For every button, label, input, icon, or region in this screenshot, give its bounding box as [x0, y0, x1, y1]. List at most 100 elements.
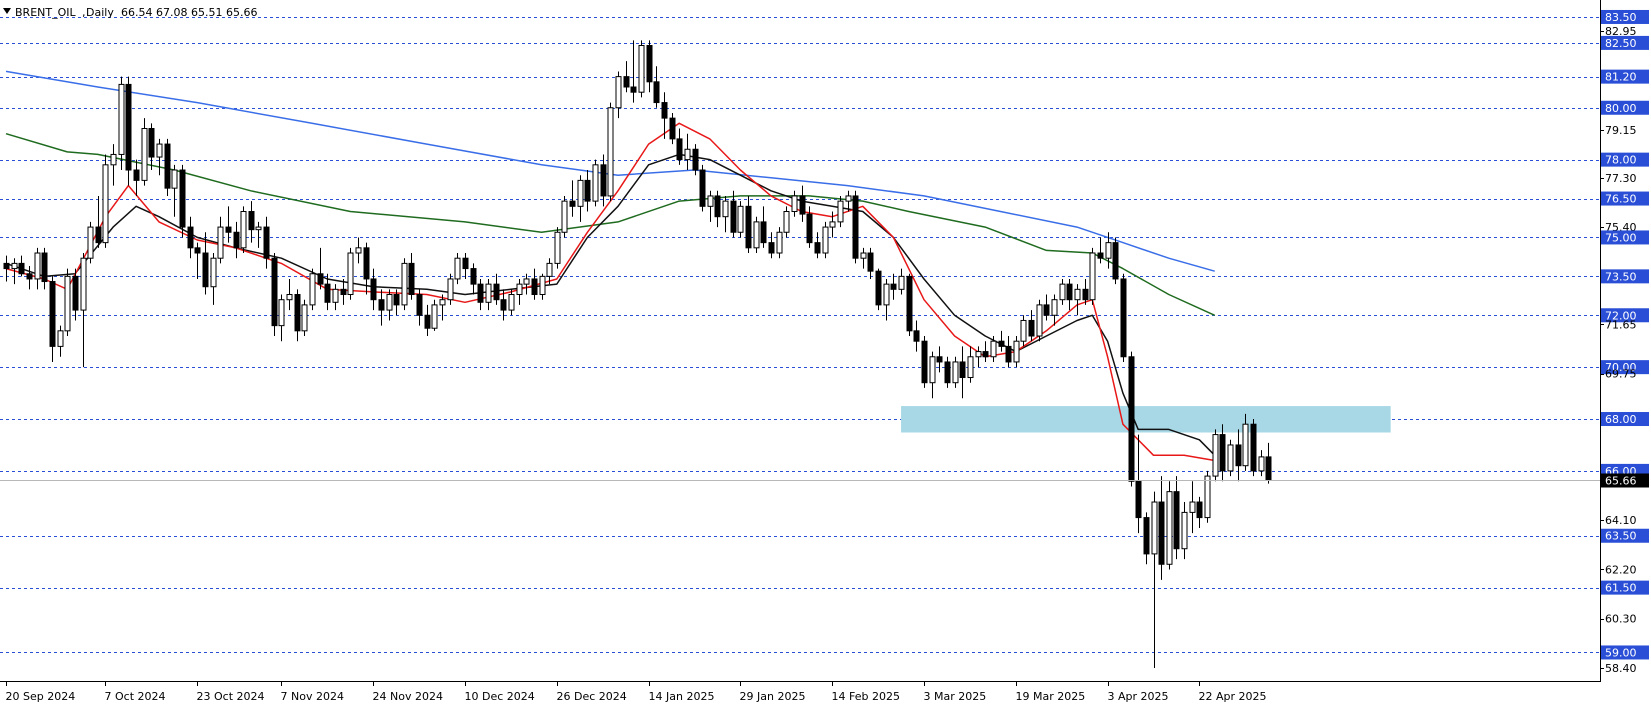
bearish-candle-body: [225, 226, 232, 233]
bearish-candle-body: [294, 294, 301, 332]
bearish-candle-body: [470, 268, 477, 285]
bearish-candle-body: [768, 242, 775, 254]
bearish-candle-body: [1005, 345, 1012, 363]
bullish-candle-body: [791, 195, 798, 213]
bullish-candle-body: [845, 195, 852, 202]
bullish-candle-body: [1059, 283, 1066, 301]
candle: [623, 61, 630, 93]
candle: [294, 289, 301, 342]
price-tick-label: 77.30: [1605, 172, 1637, 185]
candle: [822, 221, 829, 259]
candle: [791, 190, 798, 217]
candle: [516, 278, 523, 305]
bearish-candle-body: [1265, 456, 1272, 481]
candle: [982, 341, 989, 362]
bearish-candle-body: [49, 281, 56, 347]
candle: [699, 164, 706, 212]
bearish-candle-body: [600, 164, 607, 197]
bearish-candle-body: [714, 195, 721, 218]
current-price-group: 65.66: [0, 473, 1649, 488]
candle: [49, 276, 56, 362]
candle: [539, 273, 546, 300]
bearish-candle-body: [653, 81, 660, 104]
candle: [906, 273, 913, 337]
bearish-candle-body: [271, 257, 278, 327]
candle: [1089, 247, 1096, 305]
candle: [1265, 442, 1272, 484]
current-price-label: 65.66: [1605, 475, 1637, 488]
candle: [1196, 496, 1203, 528]
bullish-candle-body: [539, 275, 546, 296]
price-tick-label: 68.00: [1605, 413, 1637, 426]
candle: [577, 175, 584, 222]
bearish-candle-body: [890, 283, 897, 290]
candle: [1204, 470, 1211, 523]
bullish-candle-body: [1020, 319, 1027, 342]
candle: [753, 216, 760, 254]
bullish-candle-body: [929, 356, 936, 384]
candle: [41, 247, 48, 290]
time-tick-label: 7 Nov 2024: [281, 690, 344, 703]
candle: [959, 346, 966, 399]
candle: [1120, 273, 1127, 362]
candle: [431, 299, 438, 331]
candle: [1013, 336, 1020, 368]
candle: [1059, 278, 1066, 305]
bullish-candle-body: [607, 107, 614, 197]
price-axis: 83.5082.9582.5081.2080.0079.1578.0077.30…: [1600, 9, 1649, 675]
price-tick-label: 69.75: [1605, 368, 1637, 381]
time-tick-label: 23 Oct 2024: [197, 690, 265, 703]
candle: [1258, 450, 1265, 477]
bearish-candle-body: [1082, 288, 1089, 301]
candle: [867, 247, 874, 279]
bullish-candle-body: [57, 330, 64, 347]
bearish-candle-body: [1235, 444, 1242, 467]
candle: [860, 247, 867, 269]
bullish-candle-body: [577, 179, 584, 207]
candle: [179, 164, 186, 238]
time-tick-label: 20 Sep 2024: [6, 690, 76, 703]
candle: [470, 263, 477, 295]
bullish-candle-body: [1151, 501, 1158, 555]
candle: [210, 253, 217, 305]
candle: [1135, 434, 1142, 534]
candle: [707, 190, 714, 222]
time-tick-label: 22 Apr 2025: [1199, 690, 1267, 703]
bearish-candle-body: [133, 169, 140, 181]
candle: [975, 346, 982, 368]
bullish-candle-body: [1204, 475, 1211, 519]
candle: [1066, 278, 1073, 311]
bearish-candle-body: [1028, 319, 1035, 337]
candle: [80, 253, 87, 368]
bearish-candle-body: [669, 117, 676, 140]
candle: [883, 278, 890, 321]
candle: [26, 265, 33, 290]
dropdown-triangle-icon[interactable]: [3, 8, 11, 14]
candle: [1020, 315, 1027, 347]
bearish-candle-body: [630, 86, 637, 93]
bearish-candle-body: [148, 128, 155, 158]
bearish-candle-body: [179, 169, 186, 228]
bullish-candle-body: [523, 278, 530, 285]
candle: [340, 278, 347, 305]
bullish-candle-body: [1051, 299, 1058, 316]
bearish-candle-body: [317, 273, 324, 285]
bullish-candle-body: [967, 356, 974, 379]
candle: [355, 237, 362, 264]
candle: [799, 185, 806, 222]
time-tick-label: 26 Dec 2024: [557, 690, 627, 703]
time-tick-label: 3 Mar 2025: [924, 690, 987, 703]
candlestick-chart[interactable]: 83.5082.9582.5081.2080.0079.1578.0077.30…: [0, 0, 1651, 707]
time-tick-label: 7 Oct 2024: [105, 690, 166, 703]
candle: [1227, 439, 1234, 477]
candle: [454, 253, 461, 285]
candle: [1250, 419, 1257, 477]
bearish-candle-body: [378, 299, 385, 311]
bullish-candle-body: [1105, 242, 1112, 259]
bullish-candle-body: [516, 283, 523, 296]
candle: [745, 195, 752, 254]
candle: [133, 159, 140, 196]
bullish-candle-body: [87, 226, 94, 259]
candle: [1112, 237, 1119, 285]
bearish-candle-body: [416, 294, 423, 316]
